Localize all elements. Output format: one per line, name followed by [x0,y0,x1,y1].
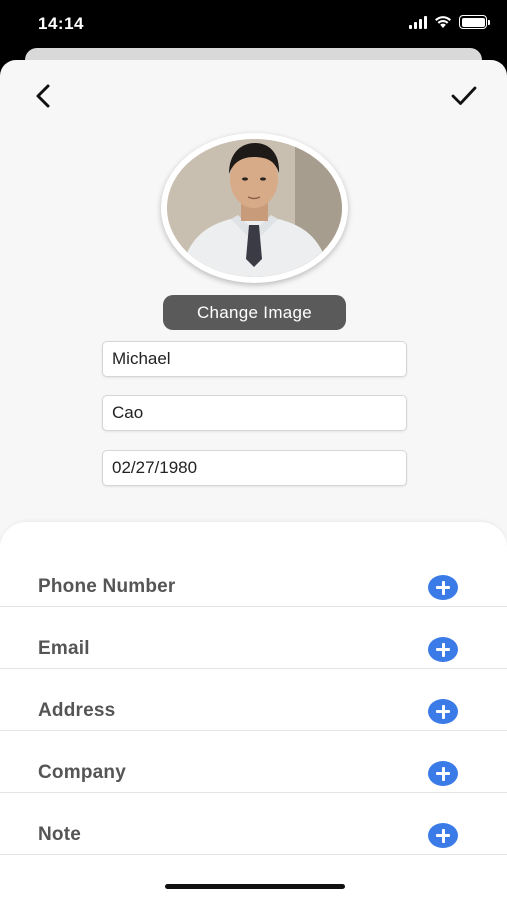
row-label: Note [38,824,82,845]
edit-contact-sheet: Change Image Michael Cao 02/27/1980 Phon… [0,60,507,900]
status-icons [409,15,490,29]
plus-circle-icon[interactable] [428,823,458,848]
plus-circle-icon[interactable] [428,637,458,662]
first-name-field[interactable]: Michael [102,341,407,377]
row-label: Email [38,638,90,659]
last-name-field[interactable]: Cao [102,395,407,431]
contact-details-panel: Phone Number Email Address Company Note [0,522,507,900]
change-image-button[interactable]: Change Image [163,295,346,330]
checkmark-icon[interactable] [448,82,480,110]
row-label: Address [38,700,116,721]
plus-circle-icon[interactable] [428,575,458,600]
address-row[interactable]: Address [0,669,507,731]
birth-date-field[interactable]: 02/27/1980 [102,450,407,486]
chevron-left-icon[interactable] [30,82,58,110]
email-row[interactable]: Email [0,607,507,669]
battery-icon [459,15,490,29]
home-indicator [165,884,345,889]
plus-circle-icon[interactable] [428,699,458,724]
profile-photo [167,139,342,277]
status-time: 14:14 [38,14,84,33]
wifi-icon [435,16,451,28]
status-bar: 14:14 [0,0,507,50]
phone-number-row[interactable]: Phone Number [0,545,507,607]
cellular-signal-icon [409,15,427,29]
row-label: Company [38,762,126,783]
plus-circle-icon[interactable] [428,761,458,786]
avatar[interactable] [161,133,348,283]
note-row[interactable]: Note [0,793,507,855]
company-row[interactable]: Company [0,731,507,793]
row-label: Phone Number [38,576,176,597]
